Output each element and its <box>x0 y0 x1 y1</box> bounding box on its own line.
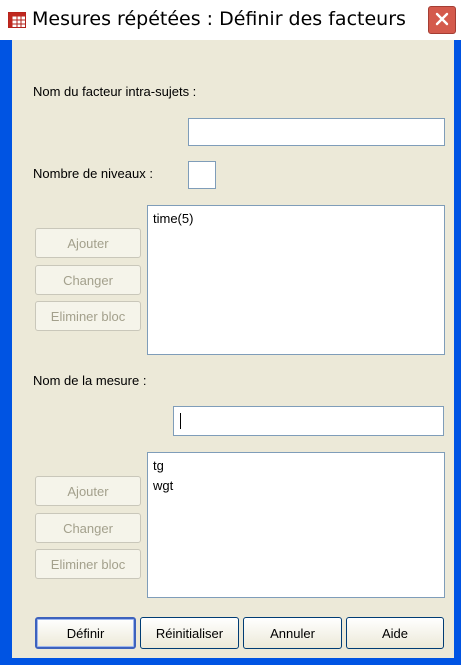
measure-remove-button[interactable]: Eliminer bloc <box>35 549 141 579</box>
window-frame-right <box>454 40 461 665</box>
title-bar[interactable]: Mesures répétées : Définir des facteurs <box>0 0 461 41</box>
measure-change-button[interactable]: Changer <box>35 513 141 543</box>
window-frame-bottom <box>0 658 461 665</box>
text-caret <box>180 413 181 429</box>
factor-name-input[interactable] <box>188 118 445 146</box>
factor-remove-button[interactable]: Eliminer bloc <box>35 301 141 331</box>
factor-list[interactable]: time(5) <box>147 205 445 355</box>
close-icon <box>434 11 450 30</box>
spreadsheet-icon <box>8 12 26 28</box>
help-button[interactable]: Aide <box>346 617 444 649</box>
list-item[interactable]: time(5) <box>153 209 439 229</box>
factor-name-label: Nom du facteur intra-sujets : <box>33 84 197 99</box>
factor-add-button[interactable]: Ajouter <box>35 228 141 258</box>
reset-button[interactable]: Réinitialiser <box>140 617 239 649</box>
factor-change-button[interactable]: Changer <box>35 265 141 295</box>
levels-label: Nombre de niveaux : <box>33 166 153 181</box>
define-button[interactable]: Définir <box>35 617 136 649</box>
window-title: Mesures répétées : Définir des facteurs <box>32 8 406 30</box>
cancel-button[interactable]: Annuler <box>243 617 342 649</box>
close-button[interactable] <box>428 6 456 34</box>
measure-name-label: Nom de la mesure : <box>33 373 147 388</box>
measure-add-button[interactable]: Ajouter <box>35 476 141 506</box>
levels-input[interactable] <box>188 161 216 189</box>
list-item[interactable]: tg <box>153 456 439 476</box>
measure-name-input[interactable] <box>173 406 444 436</box>
dialog-window: Mesures répétées : Définir des facteurs … <box>0 0 461 665</box>
window-frame-left <box>0 40 12 665</box>
measure-list[interactable]: tg wgt <box>147 452 445 598</box>
list-item[interactable]: wgt <box>153 476 439 496</box>
